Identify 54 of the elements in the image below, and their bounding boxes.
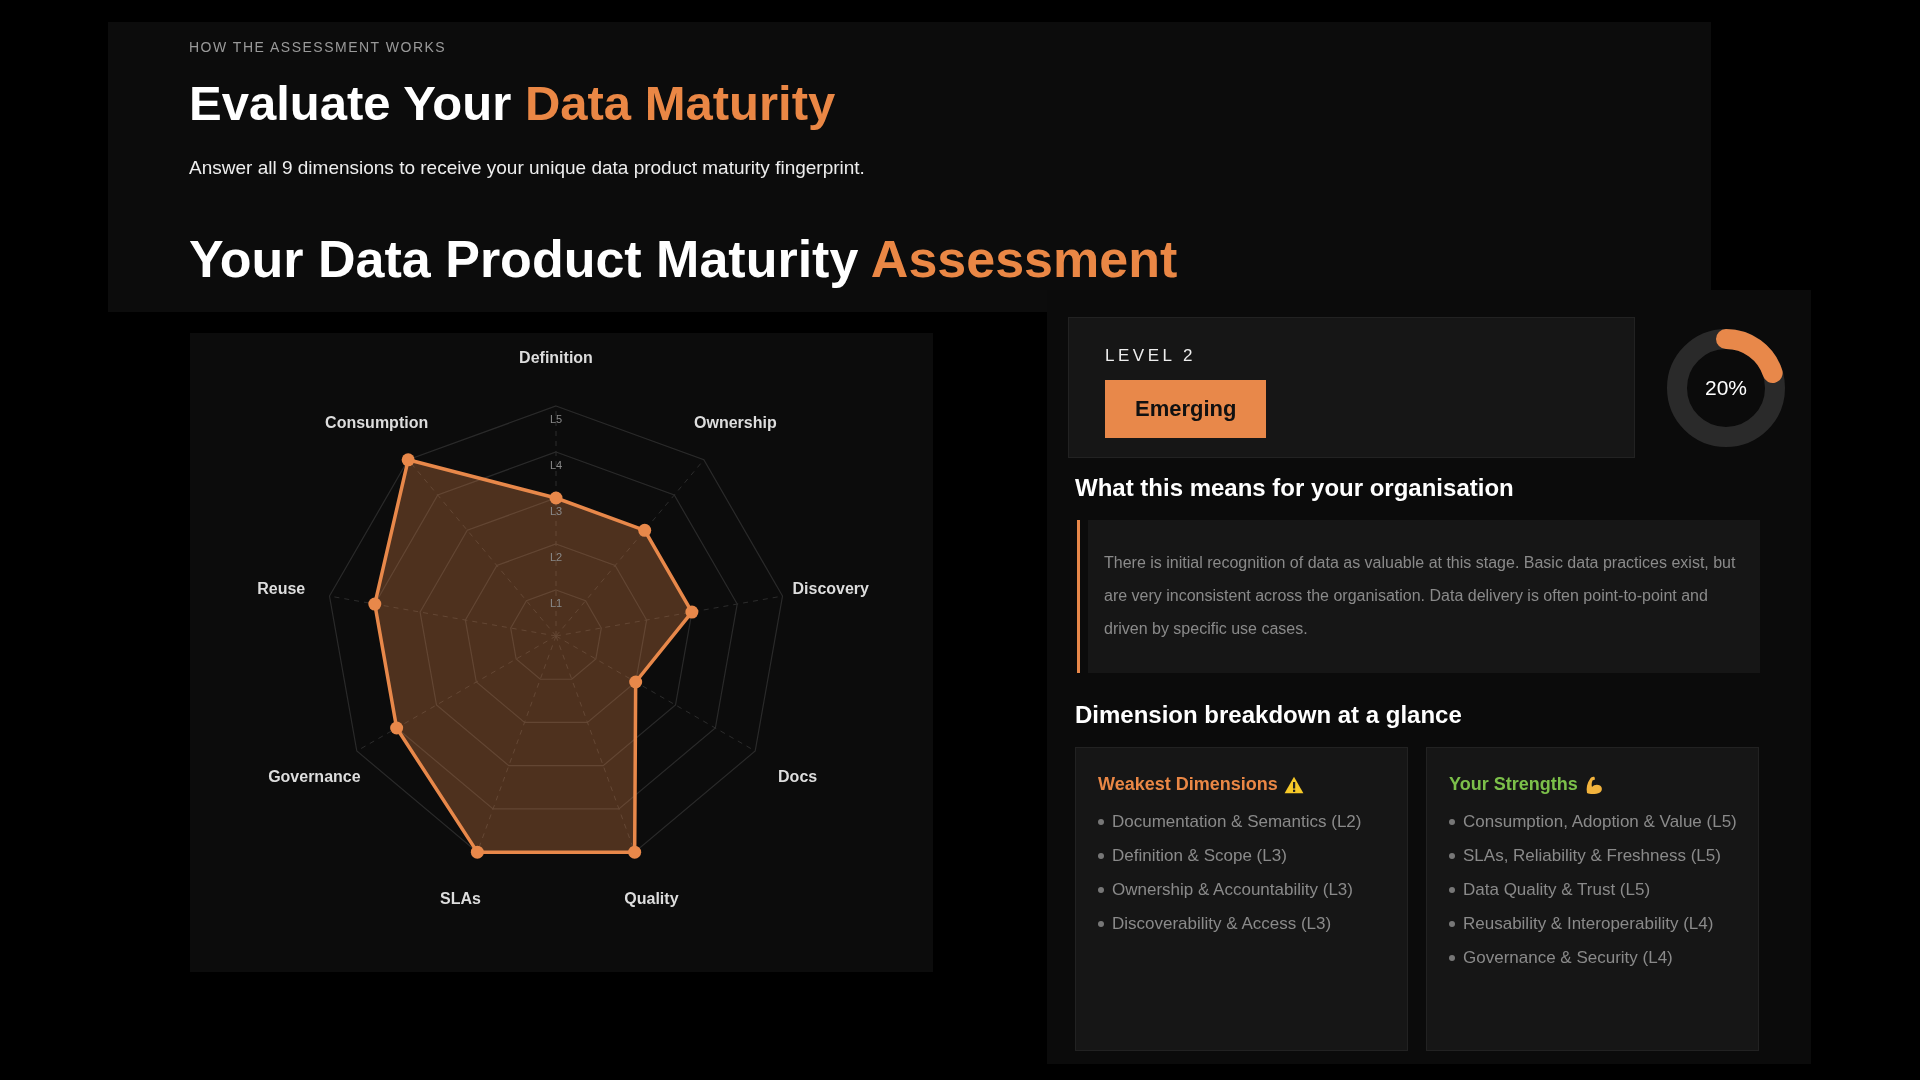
data-point <box>390 721 404 735</box>
level-badge: Emerging <box>1105 380 1267 438</box>
list-item: Documentation & Semantics (L2) <box>1112 811 1362 833</box>
data-point <box>629 675 643 689</box>
list-item: SLAs, Reliability & Freshness (L5) <box>1463 845 1721 867</box>
data-point <box>549 491 563 505</box>
list-item: Reusability & Interoperability (L4) <box>1463 913 1714 935</box>
list-item: Data Quality & Trust (L5) <box>1463 879 1651 901</box>
subtitle-text: Answer all 9 dimensions to receive your unique data product maturity fingerprint. <box>189 156 866 179</box>
section-title: Your Data Product Maturity Assessment <box>189 230 1179 289</box>
tick-label: L4 <box>549 459 563 471</box>
data-point <box>685 605 699 619</box>
data-point <box>470 845 484 859</box>
axis-label: Definition <box>519 349 593 366</box>
axis-label: Discovery <box>792 579 869 597</box>
progress-ring: 20% <box>1667 328 1785 447</box>
list-item: Ownership & Accountability (L3) <box>1112 879 1353 901</box>
data-point <box>638 523 652 537</box>
list-item: Governance & Security (L4) <box>1463 947 1673 969</box>
card-title: Weakest Dimensions <box>1098 774 1278 795</box>
eyebrow-text: HOW THE ASSESSMENT WORKS <box>189 39 448 55</box>
level-label: LEVEL 2 <box>1105 346 1197 366</box>
card-title: Your Strengths <box>1449 774 1578 795</box>
bullet-icon <box>1098 887 1104 893</box>
data-point <box>401 453 415 467</box>
tick-label: L3 <box>549 505 563 517</box>
data-point <box>628 845 642 859</box>
description-text: There is initial recognition of data as valuable at this stage. Basic data practices exist, but are very inconsistent across the organisation. Data delivery is often point-to-point and driven by specific use cases. <box>1104 553 1737 639</box>
tick-label: L5 <box>549 413 563 425</box>
bullet-icon <box>1098 921 1104 927</box>
bullet-icon <box>1449 887 1455 893</box>
bullet-icon <box>1449 921 1455 927</box>
bullet-icon <box>1449 853 1455 859</box>
axis-label: Quality <box>624 890 679 908</box>
section-heading: What this means for your organisation <box>1075 474 1515 502</box>
axis-label: Governance <box>268 767 361 785</box>
axis-label: Consumption <box>325 414 429 432</box>
tick-label: L1 <box>549 597 563 609</box>
bullet-icon <box>1098 819 1104 825</box>
list-item: Discoverability & Access (L3) <box>1112 913 1332 935</box>
bullet-icon <box>1449 955 1455 961</box>
section-heading: Dimension breakdown at a glance <box>1075 701 1463 729</box>
warning-icon <box>1283 775 1304 794</box>
page-title: Evaluate Your Data Maturity <box>189 77 837 131</box>
data-point <box>368 597 382 611</box>
axis-label: Docs <box>778 767 818 785</box>
axis-label: SLAs <box>440 890 482 908</box>
bullet-icon <box>1098 853 1104 859</box>
axis-label: Ownership <box>694 414 777 432</box>
list-item: Definition & Scope (L3) <box>1112 845 1287 867</box>
list-item: Consumption, Adoption & Value (L5) <box>1463 811 1737 833</box>
tick-label: L2 <box>549 551 563 563</box>
bullet-icon <box>1449 819 1455 825</box>
axis-label: Reuse <box>257 579 306 597</box>
